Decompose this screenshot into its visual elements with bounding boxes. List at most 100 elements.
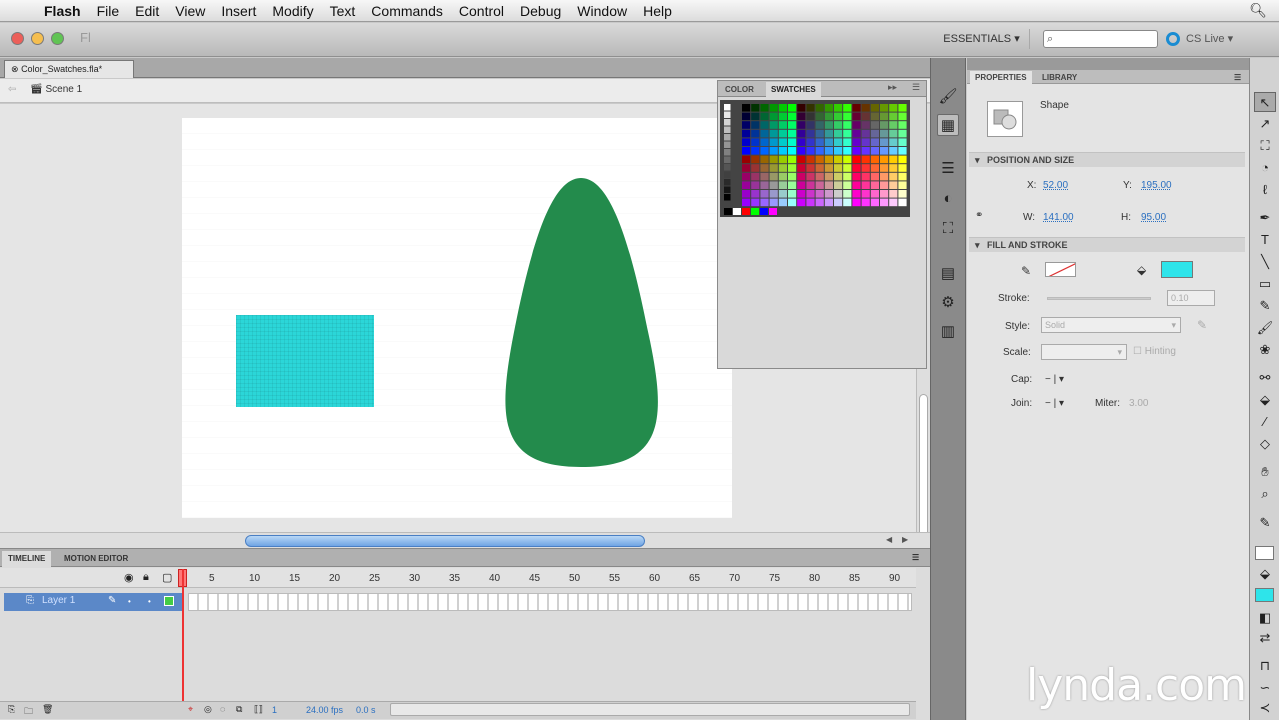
eraser-tool-icon[interactable]: ◇ — [1254, 434, 1276, 454]
cs-live-button[interactable]: CS Live ▾ — [1166, 29, 1266, 49]
pen-tool-icon[interactable]: ✒ — [1254, 208, 1276, 228]
text-tool-icon[interactable]: T — [1254, 230, 1276, 250]
join-select[interactable]: − | ▾ — [1045, 398, 1064, 409]
smooth-icon[interactable]: ∽ — [1254, 678, 1276, 698]
minimize-window-button[interactable] — [31, 32, 44, 45]
code-snippets-icon[interactable]: ▥ — [937, 321, 959, 343]
horizontal-scroll-thumb[interactable] — [245, 535, 645, 547]
tab-properties[interactable]: PROPERTIES — [970, 71, 1032, 84]
panel-menu-icon[interactable]: ☰ — [906, 550, 925, 566]
menu-modify[interactable]: Modify — [264, 3, 321, 19]
x-value[interactable]: 52.00 — [1043, 180, 1068, 191]
height-value[interactable]: 95.00 — [1141, 212, 1166, 223]
tool-stroke-swatch[interactable] — [1255, 546, 1274, 560]
layer-name[interactable]: Layer 1 — [42, 595, 75, 606]
selection-tool-icon[interactable]: ↖ — [1254, 92, 1276, 112]
tab-color[interactable]: COLOR — [720, 82, 759, 97]
zoom-tool-icon[interactable]: ⌕ — [1254, 484, 1276, 504]
menu-debug[interactable]: Debug — [512, 3, 569, 19]
lasso-tool-icon[interactable]: ℓ — [1254, 180, 1276, 200]
hinting-checkbox[interactable]: ☐ Hinting — [1133, 346, 1176, 357]
frame-rate[interactable]: 24.00 fps — [306, 705, 343, 715]
menu-app-flash[interactable]: Flash — [36, 3, 89, 19]
menu-file[interactable]: File — [89, 3, 128, 19]
tool-fill-swatch[interactable] — [1255, 588, 1274, 602]
workspace-switcher[interactable]: ESSENTIALS ▾ — [934, 29, 1030, 49]
menu-control[interactable]: Control — [451, 3, 512, 19]
menu-help[interactable]: Help — [635, 3, 680, 19]
panel-menu-icon[interactable]: ☰ — [1229, 71, 1246, 84]
color-panel-icon[interactable]: 🖌︎ — [937, 86, 959, 108]
motion-presets-icon[interactable]: ⚙︎ — [937, 292, 959, 314]
swap-colors-icon[interactable]: ⇄ — [1254, 628, 1276, 648]
layer-frames[interactable] — [188, 593, 912, 611]
scroll-right-icon[interactable]: ▶ — [902, 535, 908, 544]
new-folder-icon[interactable]: 🗀︎ — [24, 704, 33, 720]
pencil-tool-icon[interactable]: ✎ — [1254, 296, 1276, 316]
bone-tool-icon[interactable]: ⚯ — [1254, 368, 1276, 388]
stroke-slider[interactable] — [1047, 297, 1151, 300]
line-tool-icon[interactable]: ╲ — [1254, 252, 1276, 272]
collapse-panel-icon[interactable]: ▸▸ — [888, 82, 897, 93]
position-size-section[interactable]: POSITION AND SIZE — [969, 152, 1245, 168]
onion-markers-icon[interactable]: ⟦⟧ — [254, 704, 263, 715]
black-white-icon[interactable]: ◧ — [1254, 608, 1276, 628]
lock-proportions-icon[interactable]: ⚭ — [975, 210, 983, 221]
edit-stroke-style-icon[interactable]: ✎ — [1197, 318, 1207, 332]
free-transform-tool-icon[interactable]: ⛶ — [1254, 136, 1276, 156]
close-tab-icon[interactable]: ⊗ — [11, 64, 19, 74]
zoom-window-button[interactable] — [51, 32, 64, 45]
swatch-grid[interactable] — [720, 100, 910, 217]
spotlight-search-icon[interactable]: 🔍︎ — [1249, 2, 1267, 19]
tab-library[interactable]: LIBRARY — [1037, 71, 1082, 84]
menu-window[interactable]: Window — [569, 3, 635, 19]
straighten-icon[interactable]: ≺ — [1254, 698, 1276, 718]
subselection-tool-icon[interactable]: ↗ — [1254, 114, 1276, 134]
menu-commands[interactable]: Commands — [363, 3, 451, 19]
fill-color-swatch[interactable] — [1161, 261, 1193, 278]
onion-outline-icon[interactable]: ◌ — [220, 704, 225, 714]
cap-select[interactable]: − | ▾ — [1045, 374, 1064, 385]
deco-tool-icon[interactable]: ❀ — [1254, 340, 1276, 360]
cyan-rectangle-shape[interactable] — [236, 315, 374, 407]
lock-icon[interactable]: 🔒︎ — [143, 571, 149, 584]
y-value[interactable]: 195.00 — [1141, 180, 1172, 191]
scene-breadcrumb[interactable]: 🎬︎ Scene 1 — [30, 84, 82, 95]
panel-menu-icon[interactable]: ☰ — [912, 82, 920, 93]
3d-rotation-tool-icon[interactable]: ◔ — [1254, 158, 1276, 178]
scale-select[interactable]: ▾ — [1041, 344, 1127, 360]
tab-timeline[interactable]: TIMELINE — [2, 551, 52, 567]
brush-tool-icon[interactable]: 🖌︎ — [1254, 318, 1276, 338]
layer-row[interactable]: ⎘ Layer 1 ✎ • • — [4, 593, 184, 611]
menu-edit[interactable]: Edit — [127, 3, 167, 19]
onion-skin-icon[interactable]: ◎ — [204, 704, 212, 715]
stage-horizontal-scrollbar[interactable]: ◀ ▶ — [0, 532, 930, 548]
document-tab[interactable]: ⊗ Color_Swatches.fla* — [4, 60, 134, 78]
stroke-width-field[interactable]: 0.10 — [1167, 290, 1215, 306]
menu-text[interactable]: Text — [322, 3, 364, 19]
current-frame[interactable]: 1 — [272, 705, 277, 715]
swatches-panel-icon[interactable]: ▦ — [937, 114, 959, 136]
timeline-horizontal-scrollbar[interactable] — [390, 703, 910, 716]
menu-view[interactable]: View — [167, 3, 213, 19]
miter-value[interactable]: 3.00 — [1129, 398, 1148, 409]
tab-motion-editor[interactable]: MOTION EDITOR — [58, 551, 134, 567]
green-teardrop-shape[interactable] — [499, 177, 664, 469]
show-hide-icon[interactable]: ◉ — [124, 571, 134, 584]
fill-stroke-section[interactable]: FILL AND STROKE — [969, 237, 1245, 253]
snap-to-objects-icon[interactable]: ⊓ — [1254, 656, 1276, 676]
width-value[interactable]: 141.00 — [1043, 212, 1074, 223]
elapsed-time[interactable]: 0.0 s — [356, 705, 376, 715]
close-window-button[interactable] — [11, 32, 24, 45]
delete-layer-icon[interactable]: 🗑︎ — [42, 704, 53, 715]
help-search-input[interactable]: ⌕ — [1043, 30, 1158, 48]
transform-panel-icon[interactable]: ⛶ — [937, 218, 959, 240]
outline-icon[interactable]: ▢ — [162, 571, 172, 584]
new-layer-icon[interactable]: ⎘ — [8, 704, 15, 715]
menu-insert[interactable]: Insert — [213, 3, 264, 19]
back-arrow-icon[interactable]: ⇦ — [8, 84, 16, 95]
tab-swatches[interactable]: SWATCHES — [766, 82, 821, 97]
scroll-left-icon[interactable]: ◀ — [886, 535, 892, 544]
components-panel-icon[interactable]: ▤ — [937, 263, 959, 285]
visibility-dot-icon[interactable]: • — [128, 597, 131, 606]
